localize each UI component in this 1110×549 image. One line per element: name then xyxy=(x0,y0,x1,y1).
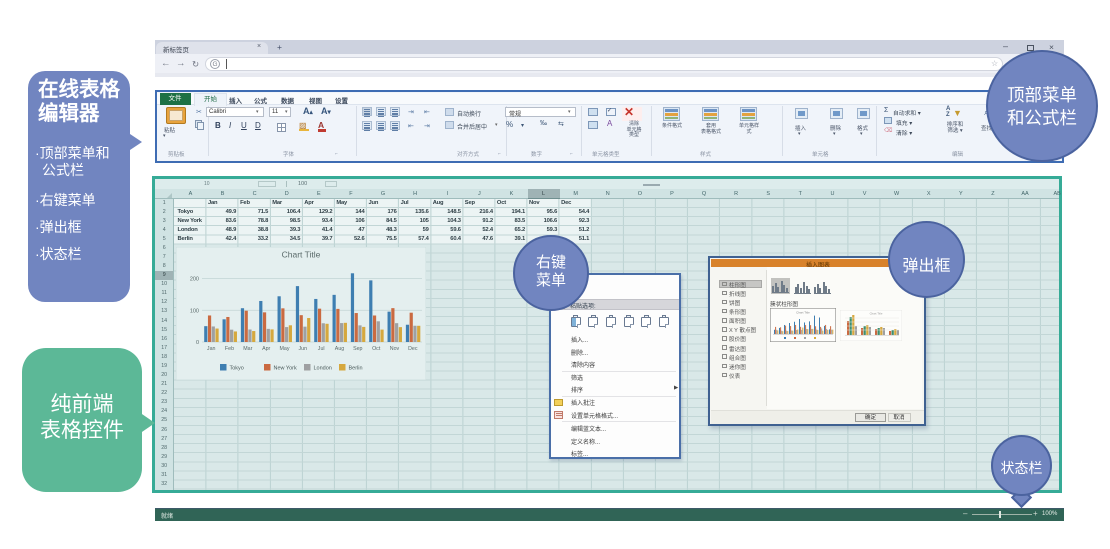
svg-text:Chart Title: Chart Title xyxy=(282,249,321,259)
svg-text:Chart Title: Chart Title xyxy=(796,311,810,315)
svg-text:Oct: Oct xyxy=(372,346,381,352)
svg-text:New York: New York xyxy=(274,365,297,371)
svg-text:Chart Title: Chart Title xyxy=(870,311,883,315)
svg-text:Dec: Dec xyxy=(408,346,418,352)
svg-text:Jun: Jun xyxy=(299,346,308,352)
svg-text:Feb: Feb xyxy=(225,346,234,352)
svg-text:0: 0 xyxy=(196,340,199,346)
svg-text:Jan: Jan xyxy=(207,346,216,352)
svg-text:Apr: Apr xyxy=(262,346,270,352)
svg-text:Mar: Mar xyxy=(243,346,252,352)
svg-text:Sep: Sep xyxy=(353,346,362,352)
svg-text:200: 200 xyxy=(190,276,199,282)
svg-text:Aug: Aug xyxy=(335,346,344,352)
svg-text:100: 100 xyxy=(190,308,199,314)
svg-text:London: London xyxy=(314,365,332,371)
svg-text:Nov: Nov xyxy=(390,346,400,352)
svg-text:Berlin: Berlin xyxy=(349,365,363,371)
svg-text:Jul: Jul xyxy=(318,346,325,352)
svg-text:May: May xyxy=(279,346,289,352)
svg-text:Tokyo: Tokyo xyxy=(230,365,244,371)
